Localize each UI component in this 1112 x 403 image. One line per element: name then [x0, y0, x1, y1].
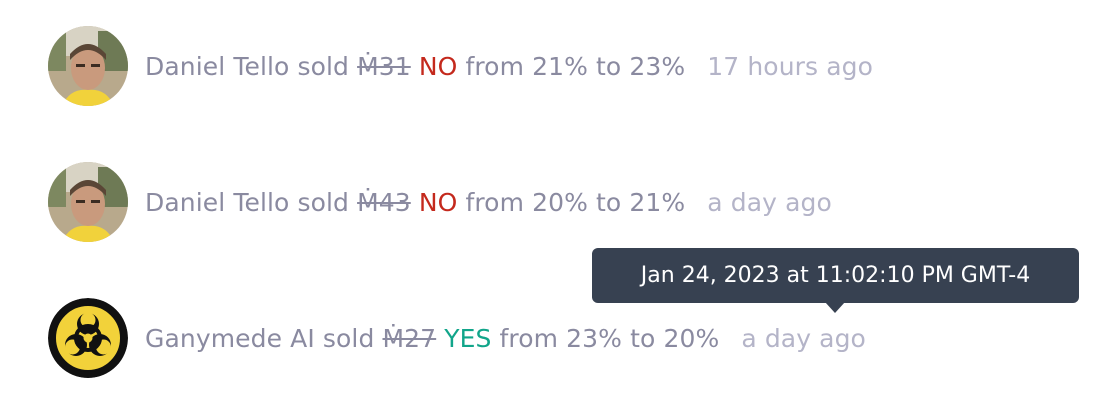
trade-description: Ganymede AI sold Ṁ27 YES from 23% to 20%… [145, 324, 866, 353]
trade-row: Daniel Tello sold Ṁ31 NO from 21% to 23%… [48, 26, 873, 106]
to-label: to [596, 187, 622, 217]
user-name-link[interactable]: Daniel Tello [145, 188, 289, 217]
to-probability: 21% [629, 187, 686, 217]
amount-text: Ṁ31 [357, 51, 411, 81]
from-label: from [465, 51, 525, 81]
from-label: from [499, 323, 559, 353]
user-name-link[interactable]: Daniel Tello [145, 52, 289, 81]
to-label: to [596, 51, 622, 81]
to-probability: 23% [629, 51, 686, 81]
amount-text: Ṁ27 [382, 323, 437, 353]
relative-timestamp[interactable]: 17 hours ago [707, 52, 873, 81]
tooltip-arrow [825, 302, 845, 313]
outcome-label: NO [418, 51, 458, 81]
relative-timestamp[interactable]: a day ago [707, 188, 832, 217]
biohazard-icon [48, 298, 128, 378]
to-label: to [630, 323, 656, 353]
outcome-label: YES [444, 323, 492, 353]
from-probability: 21% [532, 51, 588, 81]
tooltip-text: Jan 24, 2023 at 11:02:10 PM GMT-4 [640, 263, 1031, 288]
action-text: sold [322, 323, 375, 353]
user-avatar[interactable] [48, 162, 128, 242]
user-avatar[interactable] [48, 26, 128, 106]
trade-description: Daniel Tello sold Ṁ43 NO from 20% to 21%… [145, 188, 832, 217]
outcome-label: NO [418, 187, 458, 217]
trade-row: Ganymede AI sold Ṁ27 YES from 23% to 20%… [48, 298, 866, 378]
amount-text: Ṁ43 [357, 187, 411, 217]
timestamp-tooltip: Jan 24, 2023 at 11:02:10 PM GMT-4 [592, 248, 1079, 303]
to-probability: 20% [663, 323, 720, 353]
from-label: from [465, 187, 525, 217]
relative-timestamp[interactable]: a day ago [741, 324, 866, 353]
from-probability: 20% [532, 187, 588, 217]
trade-description: Daniel Tello sold Ṁ31 NO from 21% to 23%… [145, 52, 873, 81]
user-avatar[interactable] [48, 298, 128, 378]
trade-row: Daniel Tello sold Ṁ43 NO from 20% to 21%… [48, 162, 832, 242]
from-probability: 23% [566, 323, 623, 353]
user-name-link[interactable]: Ganymede AI [145, 324, 315, 353]
action-text: sold [297, 51, 350, 81]
action-text: sold [297, 187, 350, 217]
